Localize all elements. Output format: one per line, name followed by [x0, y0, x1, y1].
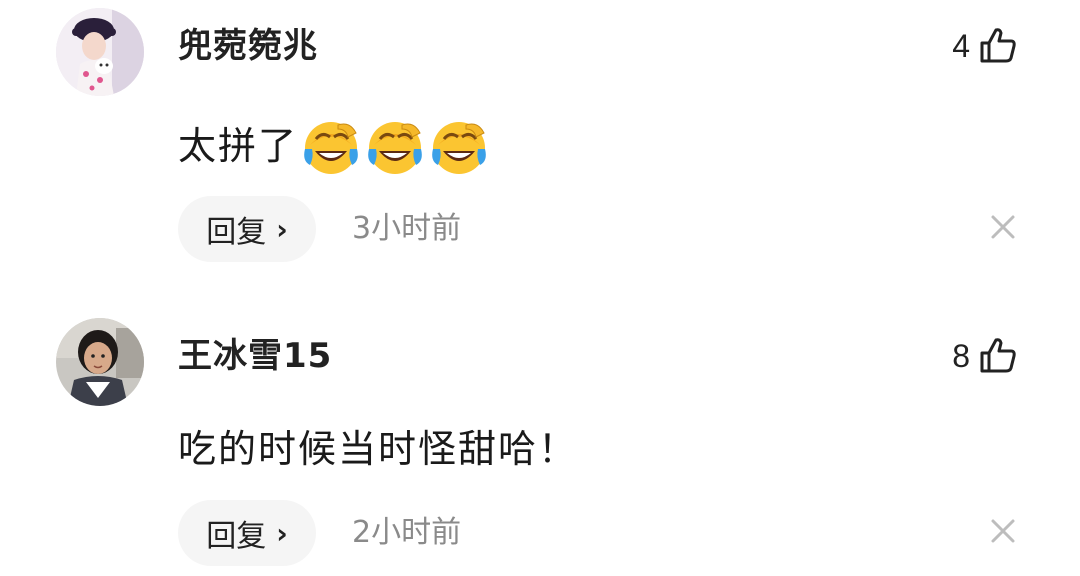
- comment-text: 太拼了: [178, 115, 490, 177]
- chevron-right-icon: ›: [276, 212, 288, 246]
- reply-button[interactable]: 回复 ›: [178, 500, 316, 566]
- comment-item: 王冰雪15 8 吃的时候当时怪甜哈！ 回复 › 2小时前: [0, 306, 1080, 576]
- timestamp: 2小时前: [352, 515, 462, 550]
- username[interactable]: 兜菀箢兆: [178, 26, 318, 66]
- reply-label: 回复: [206, 215, 267, 250]
- comment-item: 兜菀箢兆 4 太拼了 回复 › 3小时前: [0, 0, 1080, 290]
- thumbs-up-icon[interactable]: [978, 336, 1018, 376]
- like-control[interactable]: 8: [952, 334, 1018, 378]
- like-count: 4: [952, 27, 970, 64]
- close-icon[interactable]: [988, 212, 1018, 242]
- reply-label: 回复: [206, 519, 267, 554]
- avatar[interactable]: [56, 8, 144, 96]
- comment-text: 吃的时候当时怪甜哈！: [178, 424, 578, 474]
- avatar-image: [56, 8, 144, 96]
- close-icon[interactable]: [988, 516, 1018, 546]
- comment-text-content: 吃的时候当时怪甜哈！: [178, 427, 579, 471]
- username[interactable]: 王冰雪15: [178, 336, 332, 376]
- laughing-crying-emoji: [428, 115, 490, 177]
- laughing-crying-emoji: [364, 115, 426, 177]
- laughing-crying-emoji: [300, 115, 362, 177]
- like-count: 8: [952, 337, 970, 374]
- avatar[interactable]: [56, 318, 144, 406]
- like-control[interactable]: 4: [952, 24, 1018, 68]
- timestamp: 3小时前: [352, 211, 462, 246]
- comment-text-content: 太拼了: [178, 124, 299, 168]
- avatar-image: [56, 318, 144, 406]
- chevron-right-icon: ›: [276, 516, 288, 550]
- thumbs-up-icon[interactable]: [978, 26, 1018, 66]
- reply-button[interactable]: 回复 ›: [178, 196, 316, 262]
